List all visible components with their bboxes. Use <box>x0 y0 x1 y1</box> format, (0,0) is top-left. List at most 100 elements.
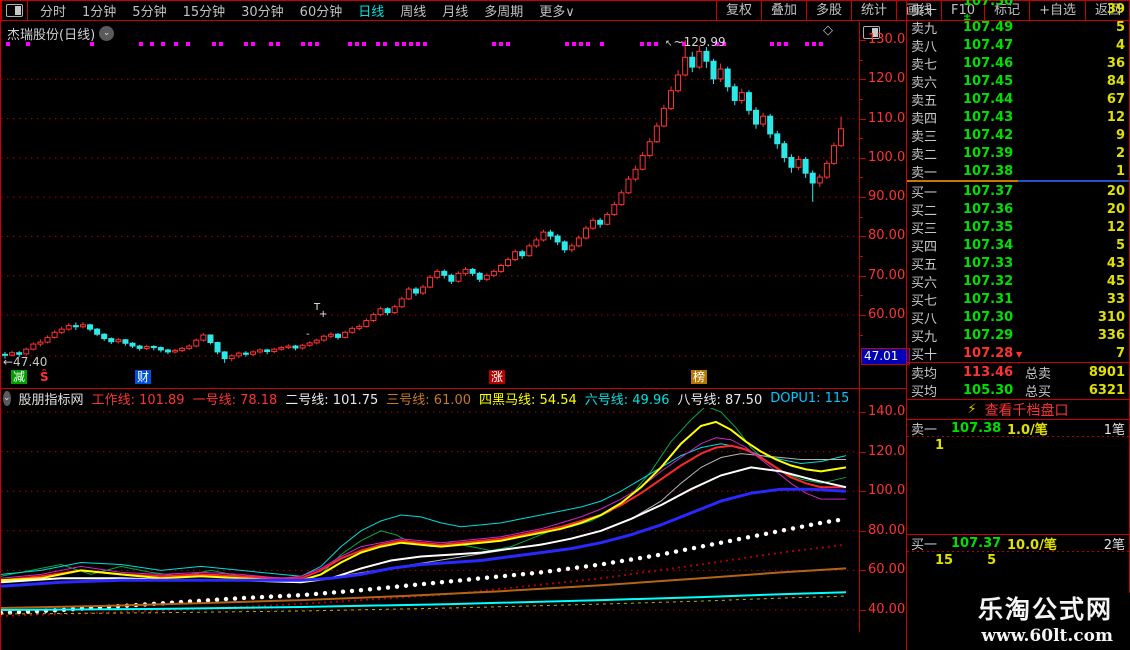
order-book-row[interactable]: 买一107.3720 <box>907 182 1129 200</box>
menu-item[interactable]: 叠加 <box>761 1 806 20</box>
menu-item[interactable]: 30分钟 <box>233 1 292 20</box>
buy-one-detail[interactable]: 买一 107.37 10.0/笔 2笔 <box>907 535 1129 551</box>
indicator-value: 六号线: 49.96 <box>585 390 670 407</box>
menu-item[interactable]: 15分钟 <box>175 1 234 20</box>
axis-tick <box>860 40 866 41</box>
axis-label: 70.00 <box>868 268 905 283</box>
axis-tick <box>860 256 863 257</box>
diamond-icon[interactable]: ◇ <box>823 23 833 38</box>
peak-price-annotation: ↖~129.99 <box>665 35 726 49</box>
axis-tick <box>860 138 863 139</box>
indicator-value: 三号线: 61.00 <box>386 390 471 407</box>
order-book-row[interactable]: 卖九107.495 <box>907 18 1129 36</box>
trading-terminal-window: 分时1分钟5分钟15分钟30分钟60分钟日线周线月线多周期更多∨ 复权叠加多股统… <box>0 0 1130 650</box>
axis-tick <box>860 276 866 277</box>
axis-label: 130.0 <box>868 32 905 47</box>
axis-label: 140.0 <box>868 404 905 419</box>
chart-marker-badge: 减 <box>11 370 27 384</box>
order-book-row[interactable]: 买六107.3245 <box>907 272 1129 290</box>
indicator-value: 八号线: 87.50 <box>678 390 763 407</box>
menu-item[interactable]: 月线 <box>434 1 476 20</box>
axis-label: 120.0 <box>868 444 905 459</box>
order-book-row[interactable]: 买八107.30310 <box>907 308 1129 326</box>
order-book-row[interactable]: 买七107.3133 <box>907 290 1129 308</box>
chart-marker-badge: 榜 <box>691 370 707 384</box>
menu-item[interactable]: 60分钟 <box>292 1 351 20</box>
order-book-row[interactable]: 买三107.3512 <box>907 218 1129 236</box>
menu-item[interactable]: 多周期 <box>476 1 531 20</box>
panel-divider <box>1 388 906 389</box>
order-book-row[interactable]: 卖六107.4584 <box>907 72 1129 90</box>
indicator-value: 一号线: 78.18 <box>193 390 278 407</box>
axis-tick <box>860 610 866 611</box>
axis-tick <box>860 197 866 198</box>
queue-lot: 1 <box>935 438 944 453</box>
order-book-row[interactable]: 买五107.3343 <box>907 254 1129 272</box>
axis-label: 100.0 <box>868 150 905 165</box>
sell-one-detail[interactable]: 卖一 107.38 1.0/笔 1笔 <box>907 420 1129 436</box>
axis-tick <box>860 119 866 120</box>
sell-levels: 卖十107.50 ±39卖九107.495卖八107.474卖七107.4636… <box>907 0 1129 180</box>
order-book-row[interactable]: 买九107.29336 <box>907 326 1129 344</box>
peak-arrow-icon: ↖ <box>665 39 673 49</box>
axis-label: 110.0 <box>868 111 905 126</box>
menu-item[interactable]: 更多∨ <box>531 1 583 20</box>
queue-lot: 5 <box>987 553 996 568</box>
chart-marker-badge: 涨 <box>489 370 505 384</box>
indicator-value: 四黑马线: 54.54 <box>479 390 577 407</box>
axis-tick <box>860 335 863 336</box>
axis-tick <box>860 158 866 159</box>
menu-item[interactable]: 周线 <box>392 1 434 20</box>
menu-item[interactable]: 1分钟 <box>74 1 124 20</box>
lightning-icon: ⚡ <box>967 402 976 417</box>
low-price-annotation: ←47.40 <box>3 355 47 369</box>
order-book-row[interactable]: 卖二107.392 <box>907 144 1129 162</box>
order-book-row[interactable]: 卖八107.474 <box>907 36 1129 54</box>
axis-label: 60.00 <box>868 307 905 322</box>
axis-tick <box>860 315 866 316</box>
order-book-row[interactable]: 卖十107.50 ±39 <box>907 0 1129 18</box>
indicator-value: 工作线: 101.89 <box>92 390 185 407</box>
indicator-source-label: 股朋指标网 <box>19 390 84 407</box>
price-axis: 130.0120.0110.0100.090.0080.0070.0060.00… <box>859 22 907 632</box>
menu-item[interactable]: 统计 <box>851 1 896 20</box>
thousand-level-link[interactable]: ⚡ 查看千档盘口 <box>907 400 1129 419</box>
chart-marker-badge: Ŝ <box>38 370 51 384</box>
axis-tick <box>860 177 863 178</box>
order-book-row[interactable]: 卖一107.381 <box>907 162 1129 180</box>
candlestick-chart <box>1 22 859 388</box>
title-chevron-down-icon[interactable]: ⌄ <box>99 26 114 41</box>
indicator-value: DOPU1: 115.98 <box>770 391 848 406</box>
axis-tick <box>860 570 866 571</box>
menu-item[interactable]: 复权 <box>716 1 761 20</box>
indicator-value: 二号线: 101.75 <box>285 390 378 407</box>
axis-tick <box>860 79 866 80</box>
order-book-row[interactable]: 卖五107.4467 <box>907 90 1129 108</box>
order-book-panel: 卖十107.50 ±39卖九107.495卖八107.474卖七107.4636… <box>906 0 1130 650</box>
layout-pane-icon[interactable] <box>6 4 23 17</box>
order-book-row[interactable]: 卖七107.4636 <box>907 54 1129 72</box>
menu-item[interactable]: 分时 <box>32 1 74 20</box>
order-book-row[interactable]: 卖三107.429 <box>907 126 1129 144</box>
down-mark-icon: ▼ <box>1013 350 1022 359</box>
menu-item[interactable]: 5分钟 <box>124 1 174 20</box>
buy-queue: 155 <box>907 552 1129 568</box>
watermark: 乐淘公式网 www.60lt.com <box>978 590 1113 646</box>
axis-label: 90.00 <box>868 189 905 204</box>
sell-queue: 1 <box>907 437 1129 453</box>
buy-average-row: 买均 105.30 总买 6321 <box>907 381 1129 399</box>
axis-tick <box>860 60 863 61</box>
order-book-row[interactable]: 买二107.3620 <box>907 200 1129 218</box>
menu-item[interactable]: 日线 <box>350 1 392 20</box>
axis-tick <box>860 99 863 100</box>
order-book-row[interactable]: 卖四107.4312 <box>907 108 1129 126</box>
axis-tick <box>860 491 866 492</box>
order-book-row[interactable]: 买四107.345 <box>907 236 1129 254</box>
order-book-row[interactable]: 买十107.28 ▼7 <box>907 344 1129 362</box>
chart-title: 杰瑞股份(日线) ⌄ <box>7 24 114 43</box>
axis-tick <box>860 412 866 413</box>
chart-tick-mark: + <box>319 310 327 320</box>
menu-divider <box>27 1 28 20</box>
indicator-chevron-down-icon[interactable]: ⌄ <box>3 391 11 406</box>
menu-item[interactable]: 多股 <box>806 1 851 20</box>
